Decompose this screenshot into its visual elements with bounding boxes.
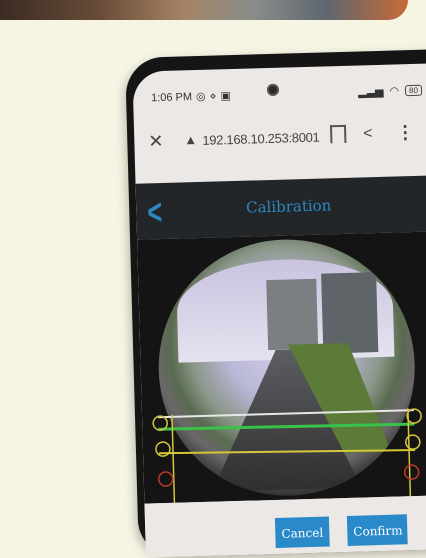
url-display[interactable]: 192.168.10.253:8001 (202, 130, 320, 148)
close-tab-icon[interactable]: ✕ (148, 131, 164, 152)
status-bar: 1:06 PM ◎ ⋄ ▣ ▂▃▅ ◠ 80 (132, 63, 426, 117)
browser-bar: ✕ ▲ 192.168.10.253:8001 < ⋮ (134, 109, 426, 167)
app-header: < Calibration (135, 175, 426, 240)
top-photo-strip (0, 0, 408, 20)
calibration-handle[interactable] (158, 471, 174, 487)
share-icon[interactable]: < (363, 125, 373, 143)
calibration-handle[interactable] (403, 464, 420, 480)
warning-icon[interactable]: ▲ (184, 132, 197, 147)
calibration-handle[interactable] (405, 434, 421, 450)
phone-screen: 1:06 PM ◎ ⋄ ▣ ▂▃▅ ◠ 80 ✕ ▲ 192.168.10.25… (132, 63, 426, 558)
signal-icon: ▂▃▅ (357, 85, 384, 99)
status-time: 1:06 PM (150, 90, 193, 104)
calibration-overlay (152, 408, 422, 503)
cancel-button[interactable]: Cancel (274, 516, 330, 548)
camera-view[interactable] (137, 231, 426, 504)
calibration-line-green[interactable] (158, 422, 415, 431)
confirm-button[interactable]: Confirm (346, 514, 408, 546)
whatsapp-icon: ◎ (195, 90, 206, 104)
calibration-line-white[interactable] (158, 409, 414, 419)
phone: 1:06 PM ◎ ⋄ ▣ ▂▃▅ ◠ 80 ✕ ▲ 192.168.10.25… (125, 49, 426, 558)
notification-icon: ▣ (220, 90, 232, 103)
calibration-handle[interactable] (406, 408, 422, 424)
button-panel: Cancel Confirm (144, 495, 426, 558)
bookmark-icon[interactable] (329, 124, 347, 144)
battery-level: 80 (408, 85, 419, 96)
status-right: ▂▃▅ ◠ 80 (357, 84, 423, 99)
cast-icon: ⋄ (209, 90, 217, 103)
front-camera-icon (266, 83, 280, 97)
status-left: 1:06 PM ◎ ⋄ ▣ (151, 89, 231, 104)
calibration-line-yellow[interactable] (159, 446, 416, 457)
wifi-icon: ◠ (389, 85, 400, 98)
battery-icon: 80 (404, 84, 423, 97)
page-title: Calibration (245, 196, 332, 217)
overflow-menu-icon[interactable]: ⋮ (396, 122, 415, 143)
